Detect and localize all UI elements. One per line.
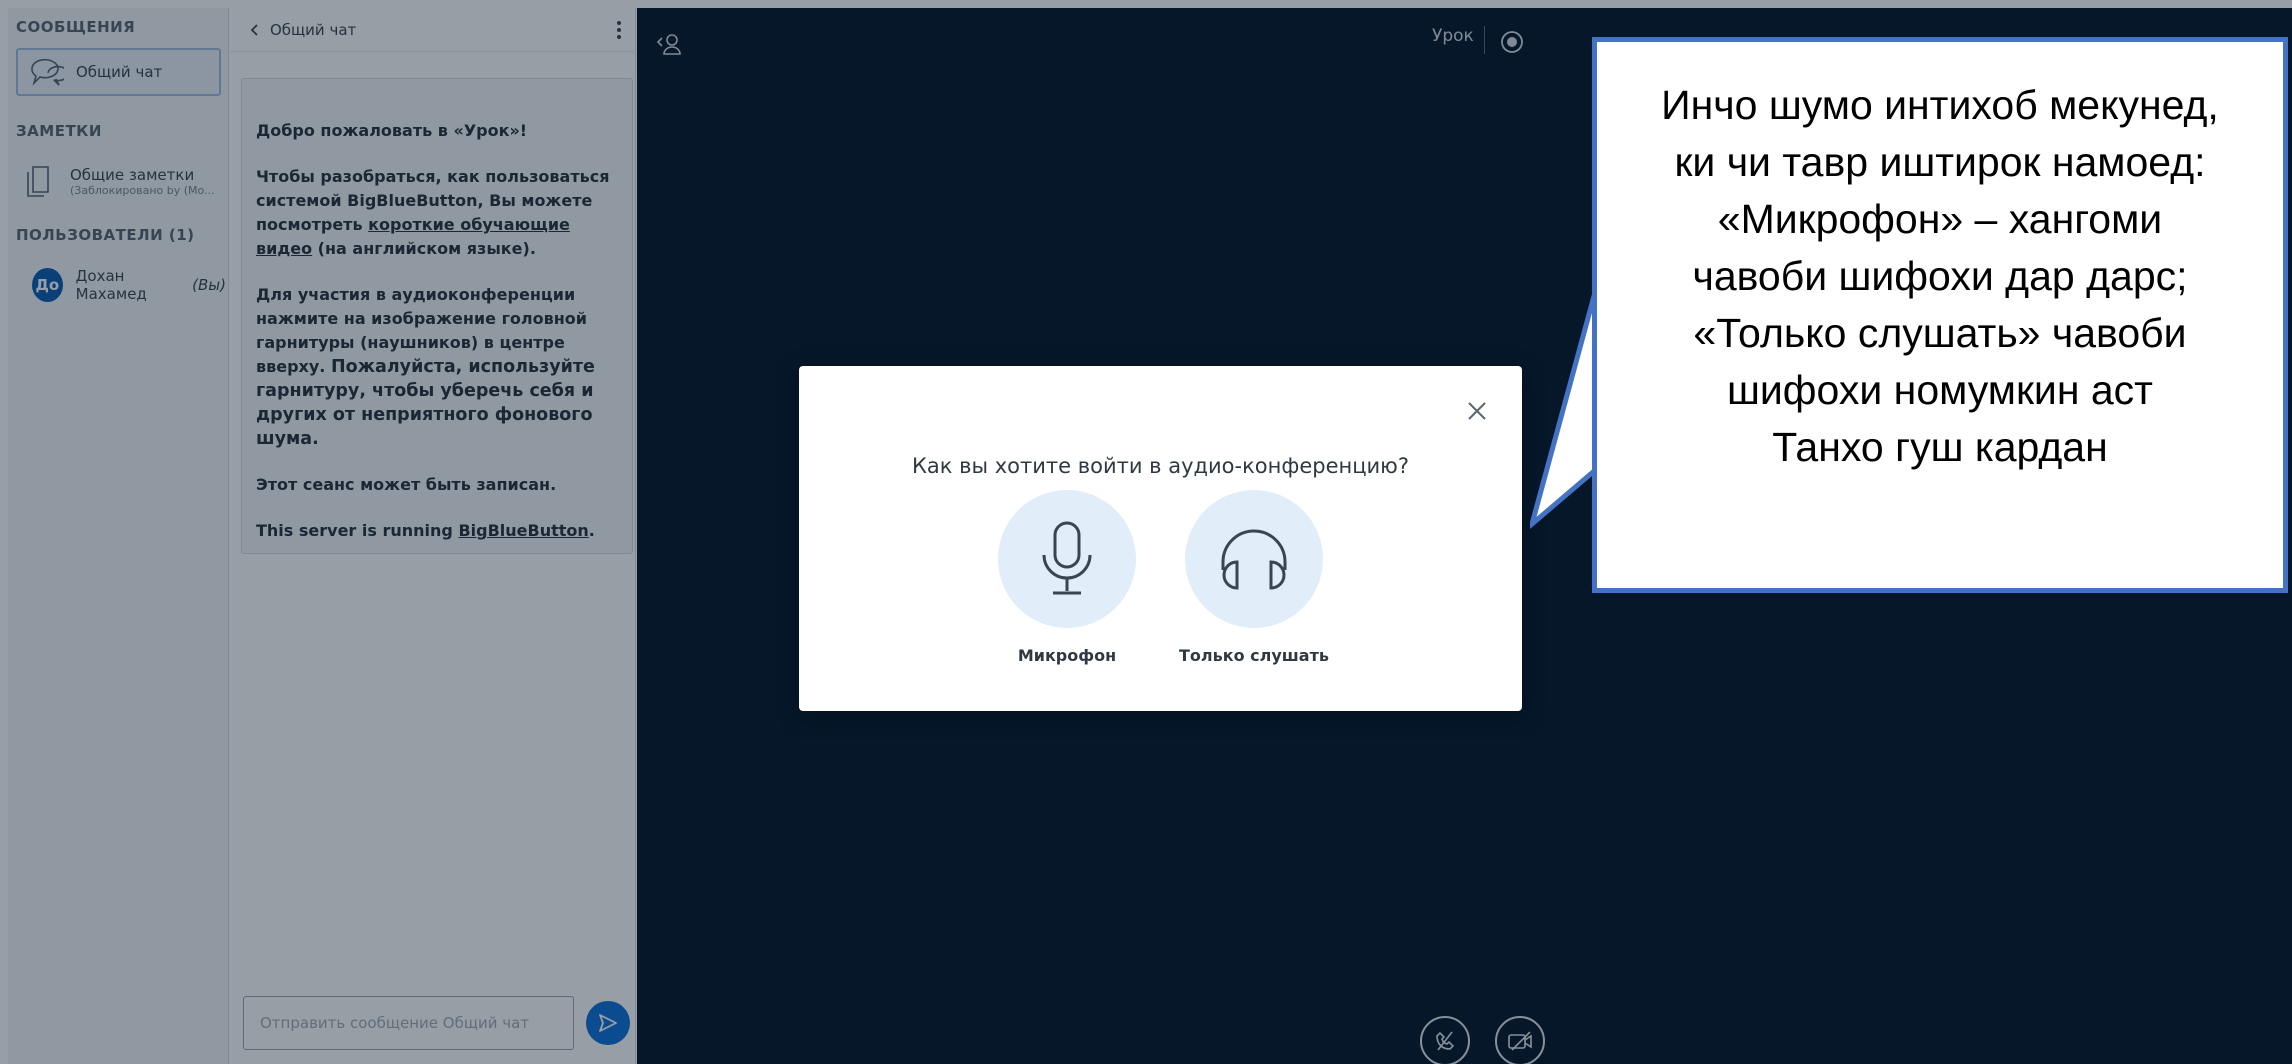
callout-line: шифохи номумкин аст <box>1727 366 2153 413</box>
listen-only-option[interactable]: Только слушать <box>1169 490 1339 665</box>
callout-text: Инчо шумо интихоб мекунед, ки чи тавр иш… <box>1661 77 2219 476</box>
callout-line: Танхо гуш кардан <box>1772 423 2108 470</box>
microphone-option[interactable]: Микрофон <box>982 490 1152 665</box>
audio-join-modal: Как вы хотите войти в аудио-конференцию?… <box>799 366 1522 711</box>
microphone-label: Микрофон <box>1017 646 1117 665</box>
callout-line: Инчо шумо интихоб мекунед, <box>1661 81 2219 128</box>
callout-line: чавоби шифохи дар дарс; <box>1692 252 2188 299</box>
callout-line: «Только слушать» чавоби <box>1693 309 2187 356</box>
listen-only-label: Только слушать <box>1179 646 1329 665</box>
callout-line: «Микрофон» – хангоми <box>1717 195 2163 242</box>
headphones-icon <box>1221 529 1287 590</box>
callout-line: ки чи тавр иштирок намоед: <box>1674 138 2206 185</box>
microphone-button[interactable] <box>998 490 1136 628</box>
listen-only-button[interactable] <box>1185 490 1323 628</box>
close-icon[interactable] <box>1466 400 1488 422</box>
microphone-icon <box>1042 521 1092 595</box>
instruction-callout: Инчо шумо интихоб мекунед, ки чи тавр иш… <box>1592 37 2288 593</box>
modal-question: Как вы хотите войти в аудио-конференцию? <box>911 454 1409 478</box>
